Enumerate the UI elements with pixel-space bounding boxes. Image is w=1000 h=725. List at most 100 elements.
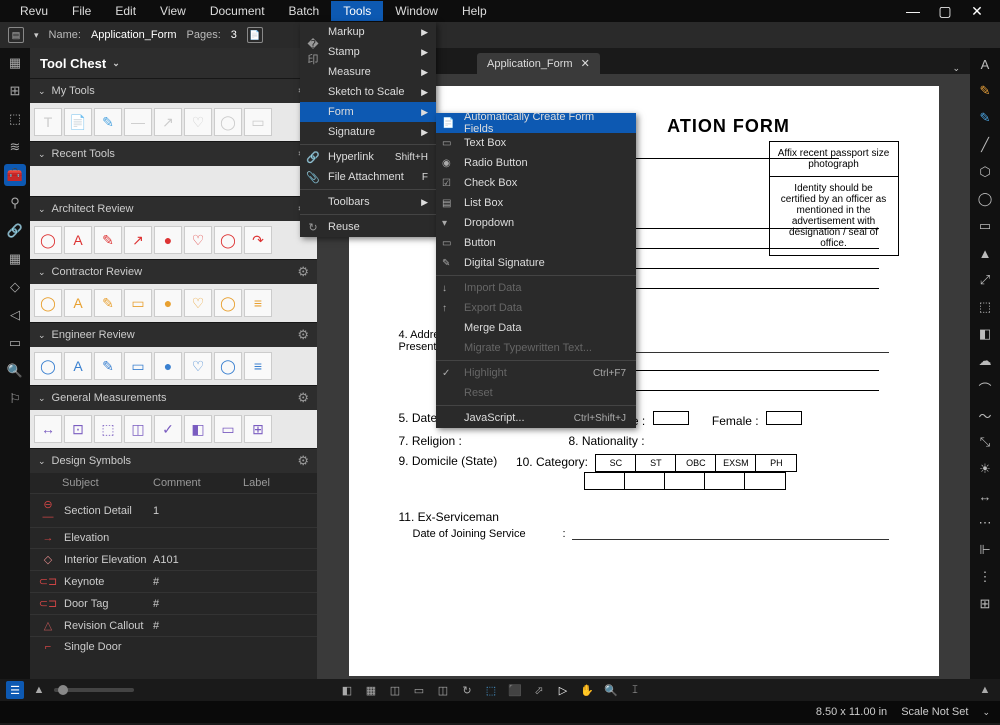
shape2-icon[interactable]: ⬡ — [975, 162, 995, 182]
cursor-icon[interactable]: ▷ — [554, 681, 572, 699]
tool-swatch[interactable]: ✓ — [154, 415, 182, 443]
dotline-icon[interactable]: ⋯ — [975, 513, 995, 533]
tool-swatch[interactable]: ⊞ — [244, 415, 272, 443]
tool-swatch[interactable]: ⬚ — [94, 415, 122, 443]
submenu-item-radio-button[interactable]: ◉Radio Button — [436, 153, 636, 173]
scale-status[interactable]: Scale Not Set — [901, 706, 968, 718]
menu-item-markup[interactable]: Markup▶ — [300, 22, 436, 42]
tool-swatch[interactable]: ◯ — [214, 289, 242, 317]
tool-swatch[interactable]: ✎ — [94, 108, 122, 136]
submenu-item-javascript-[interactable]: JavaScript...Ctrl+Shift+J — [436, 408, 636, 428]
tool-swatch[interactable]: ✎ — [94, 226, 122, 254]
submenu-item-text-box[interactable]: ▭Text Box — [436, 133, 636, 153]
menu-revu[interactable]: Revu — [8, 1, 60, 21]
tool-swatch[interactable]: A — [64, 352, 92, 380]
menu-view[interactable]: View — [148, 1, 198, 21]
female-box[interactable] — [766, 411, 802, 425]
shape-icon[interactable]: ◇ — [4, 276, 26, 298]
tab-overflow-icon[interactable]: ⌄ — [952, 63, 960, 74]
tool-swatch[interactable]: 📄 — [64, 108, 92, 136]
scale-icon[interactable]: ◁ — [4, 304, 26, 326]
two-page-icon[interactable]: ◫ — [386, 681, 404, 699]
link-icon[interactable]: 🔗 — [4, 220, 26, 242]
menu-tools[interactable]: Tools — [331, 1, 383, 21]
tool-swatch[interactable]: ♡ — [184, 289, 212, 317]
ptr-icon[interactable]: ⬀ — [530, 681, 548, 699]
tool-swatch[interactable]: ↗ — [124, 226, 152, 254]
distance-icon[interactable]: ↔ — [975, 486, 995, 506]
tool-swatch[interactable]: ▭ — [214, 415, 242, 443]
tool-swatch[interactable]: ▭ — [124, 289, 152, 317]
tool-swatch[interactable]: ♡ — [184, 108, 212, 136]
tool-swatch[interactable]: ↗ — [154, 108, 182, 136]
maximize-button[interactable]: ▢ — [938, 4, 952, 18]
tool-swatch[interactable]: ≡ — [244, 289, 272, 317]
section-header[interactable]: ⌄Engineer Review⚙ — [30, 323, 317, 347]
gear-icon[interactable]: ⚙ — [297, 453, 309, 469]
arc-icon[interactable]: ⌒ — [975, 378, 995, 398]
grid-icon[interactable]: ▦ — [4, 52, 26, 74]
app-icon[interactable]: ⊞ — [4, 80, 26, 102]
table-row[interactable]: ⊂⊐Keynote# — [30, 570, 317, 592]
menu-edit[interactable]: Edit — [103, 1, 148, 21]
table-row[interactable]: △Revision Callout# — [30, 614, 317, 636]
table-row[interactable]: ⌐Single Door — [30, 636, 317, 657]
tool-swatch[interactable]: ◯ — [214, 352, 242, 380]
stack-icon[interactable]: ≋ — [4, 136, 26, 158]
arrow-icon[interactable]: ⤡ — [975, 432, 995, 452]
chevron-down-icon[interactable]: ⌄ — [112, 58, 120, 69]
up-icon[interactable]: ▲ — [30, 681, 48, 699]
tool-swatch[interactable]: ♡ — [184, 226, 212, 254]
tool-swatch[interactable]: ↔ — [34, 415, 62, 443]
tool-swatch[interactable]: ♡ — [184, 352, 212, 380]
tool-swatch[interactable]: ◧ — [184, 415, 212, 443]
section-header[interactable]: ⌄Contractor Review⚙ — [30, 260, 317, 284]
menu-item-signature[interactable]: Signature▶ — [300, 122, 436, 142]
color-icon[interactable]: ▲ — [975, 243, 995, 263]
close-tab-icon[interactable]: ✕ — [581, 57, 590, 70]
tool-swatch[interactable]: ● — [154, 226, 182, 254]
rotate-icon[interactable]: ↻ — [458, 681, 476, 699]
table-row[interactable]: ⊂⊐Door Tag# — [30, 592, 317, 614]
rect-icon[interactable]: ▭ — [975, 216, 995, 236]
search-icon[interactable]: 🔍 — [4, 360, 26, 382]
hand-icon[interactable]: ✋ — [578, 681, 596, 699]
section-design-symbols[interactable]: ⌄Design Symbols ⚙ — [30, 449, 317, 473]
menu-item-toolbars[interactable]: Toolbars▶ — [300, 192, 436, 212]
sel1-icon[interactable]: ⬚ — [482, 681, 500, 699]
menu-item-sketch-to-scale[interactable]: Sketch to Scale▶ — [300, 82, 436, 102]
tool-swatch[interactable]: ◯ — [214, 226, 242, 254]
fit-icon[interactable]: ▭ — [410, 681, 428, 699]
pen-icon[interactable]: ✎ — [975, 81, 995, 101]
chevron-down-icon[interactable]: ▾ — [34, 30, 39, 41]
section-header[interactable]: ⌄General Measurements⚙ — [30, 386, 317, 410]
tool-swatch[interactable]: ● — [154, 352, 182, 380]
tool-swatch[interactable]: — — [124, 108, 152, 136]
menu-item-reuse[interactable]: ↻Reuse — [300, 217, 436, 237]
highlight-icon[interactable]: ✎ — [975, 108, 995, 128]
menu-item-form[interactable]: Form▶ — [300, 102, 436, 122]
submenu-item-button[interactable]: ▭Button — [436, 233, 636, 253]
menu-file[interactable]: File — [60, 1, 103, 21]
tool-swatch[interactable]: ✎ — [94, 289, 122, 317]
page-grid-icon[interactable]: ▦ — [362, 681, 380, 699]
cloud-icon[interactable]: ☁ — [975, 351, 995, 371]
tool-swatch[interactable]: ◯ — [34, 289, 62, 317]
menu-item-measure[interactable]: Measure▶ — [300, 62, 436, 82]
flag-icon[interactable]: ⚐ — [4, 388, 26, 410]
menu-window[interactable]: Window — [383, 1, 450, 21]
tool-swatch[interactable]: ⊡ — [64, 415, 92, 443]
toolchest-icon[interactable]: 🧰 — [4, 164, 26, 186]
dash-icon[interactable]: ⊩ — [975, 540, 995, 560]
tool-swatch[interactable]: ◯ — [214, 108, 242, 136]
gear-icon[interactable]: ⚙ — [297, 327, 309, 343]
dropper-icon[interactable]: ⤢ — [975, 270, 995, 290]
section-header[interactable]: ⌄My Tools⚙ — [30, 79, 317, 103]
table-row[interactable]: ⊖—Section Detail1 — [30, 493, 317, 527]
layers-icon[interactable]: ⬚ — [4, 108, 26, 130]
measure-icon[interactable]: ▦ — [4, 248, 26, 270]
zoom-icon[interactable]: 🔍 — [602, 681, 620, 699]
text-icon[interactable]: A — [975, 54, 995, 74]
up2-icon[interactable]: ▲ — [976, 681, 994, 699]
circle-icon[interactable]: ◯ — [975, 189, 995, 209]
